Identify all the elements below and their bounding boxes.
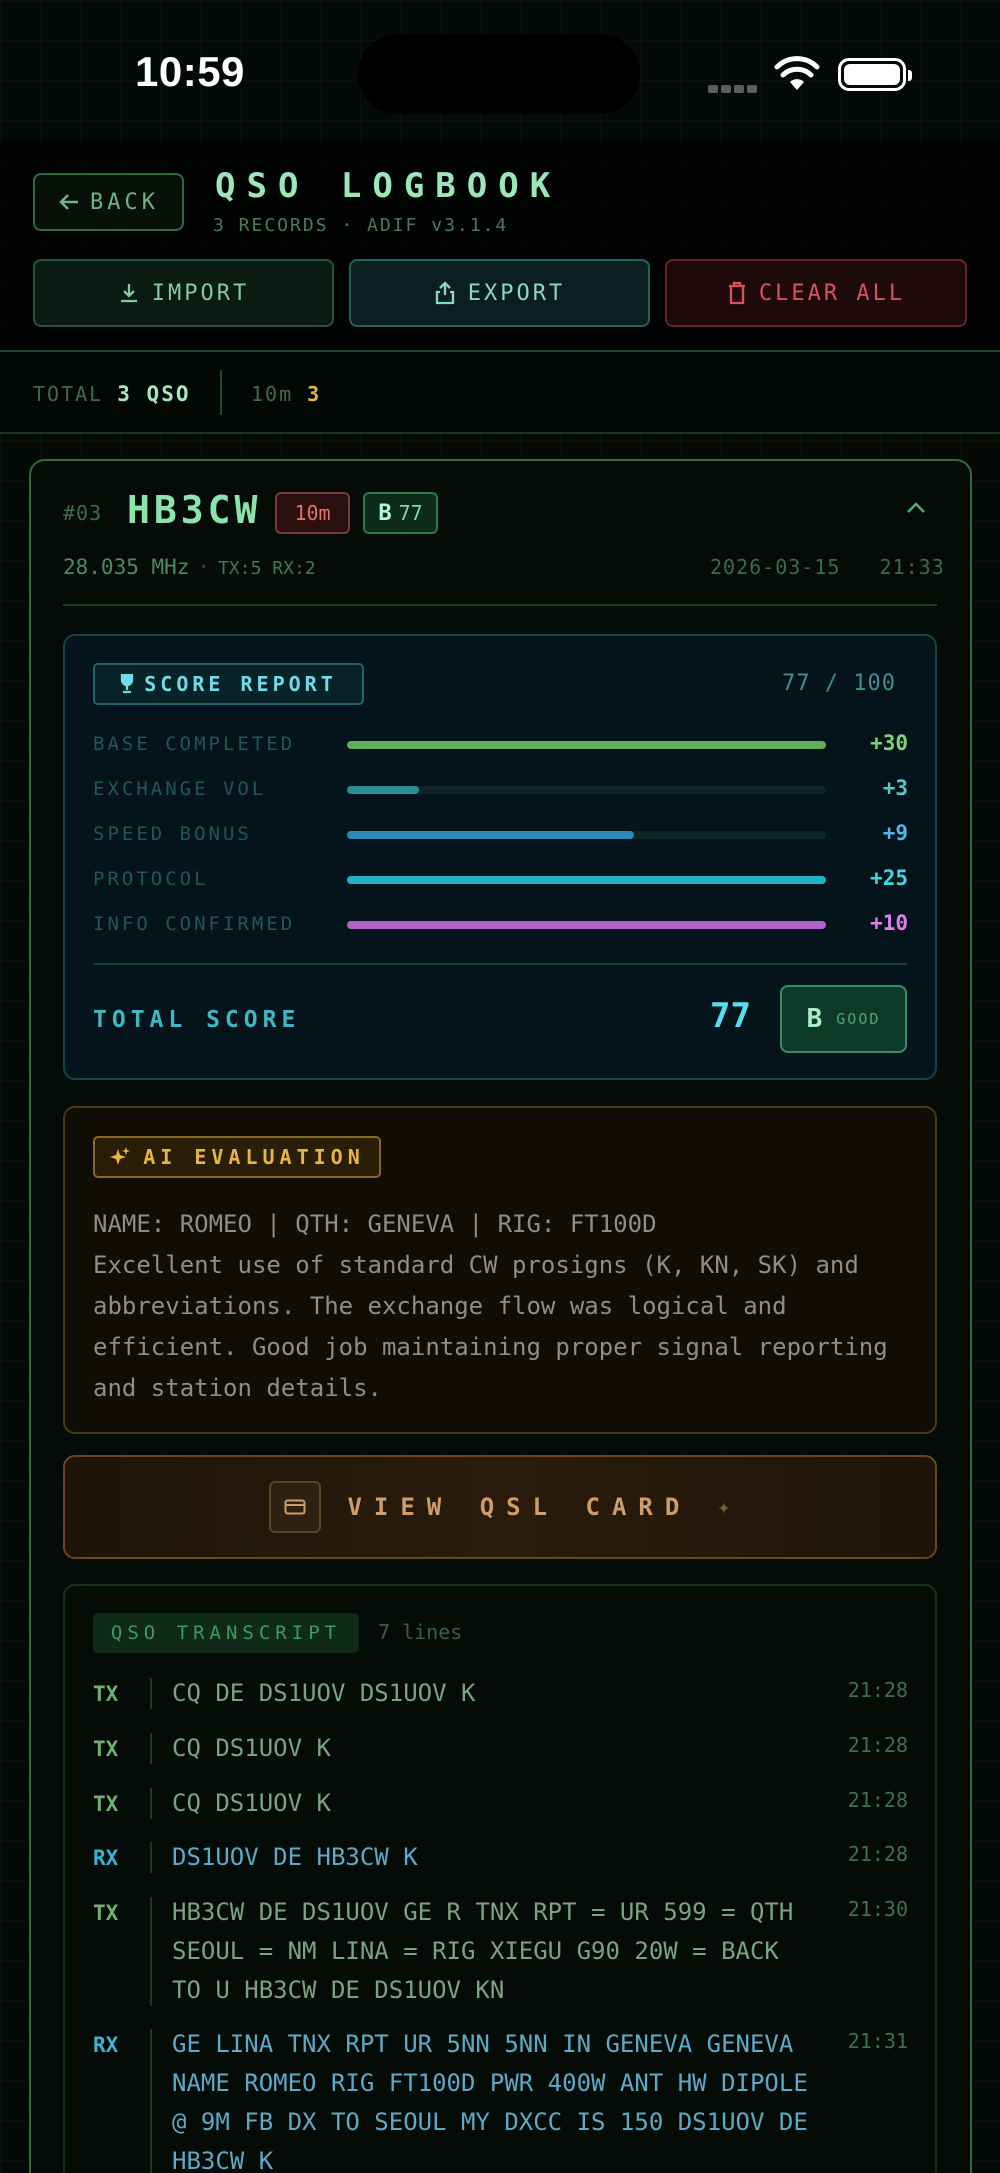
export-label: EXPORT (467, 280, 566, 306)
score-row-track (347, 921, 826, 929)
clear-all-button[interactable]: CLEAR ALL (665, 259, 967, 327)
total-score-label: TOTAL SCORE (93, 1007, 301, 1033)
arrow-left-icon (59, 194, 78, 210)
score-row-track (347, 831, 826, 839)
qso-transcript-tag: QSO TRANSCRIPT (93, 1613, 359, 1653)
score-row-fill (347, 876, 826, 884)
transcript-direction: RX (93, 2033, 119, 2057)
transcript-line-text: GE LINA TNX RPT UR 5NN 5NN IN GENEVA GEN… (172, 2030, 808, 2173)
download-icon (120, 284, 137, 303)
battery-icon (838, 58, 912, 91)
score-row-fill (347, 831, 635, 839)
score-row-fill (347, 921, 826, 929)
score-row-value: +3 (882, 776, 908, 800)
frequency-line: 28.035 MHz · TX:5 RX:2 (63, 555, 316, 579)
transcript-direction: TX (93, 1901, 119, 1925)
qso-number: #03 (63, 501, 103, 525)
transcript-line-marker (150, 1678, 152, 1709)
score-row-label: BASE COMPLETED (93, 733, 296, 755)
qso-datetime: 2026-03-15 21:33 (710, 555, 945, 579)
back-label: BACK (90, 189, 159, 215)
score-out-of: 77 / 100 (782, 671, 896, 696)
dynamic-island (358, 34, 640, 114)
card-icon (269, 1481, 322, 1533)
score-row-label: INFO CONFIRMED (93, 913, 296, 935)
sparkle-icon (110, 1147, 131, 1165)
view-qsl-card-button[interactable]: VIEW QSL CARD ✦ (63, 1455, 937, 1559)
score-row-label: PROTOCOL (93, 868, 209, 890)
ai-evaluation-summary: NAME: ROMEO | QTH: GENEVA | RIG: FT100D (93, 1210, 657, 1238)
stat-total: TOTAL 3 QSO (33, 382, 191, 406)
back-button[interactable]: BACK (33, 173, 184, 231)
transcript-line-time: 21:28 (847, 1733, 908, 1757)
clear-all-label: CLEAR ALL (758, 280, 906, 306)
transcript-line-time: 21:28 (847, 1788, 908, 1812)
score-row-value: +9 (882, 821, 908, 845)
import-button[interactable]: IMPORT (33, 259, 334, 327)
transcript-direction: TX (93, 1737, 119, 1761)
score-row-fill (347, 741, 826, 749)
cellular-signal-icon (708, 78, 760, 97)
view-qsl-card-label: VIEW QSL CARD (347, 1493, 692, 1521)
transcript-line-time: 21:30 (847, 1897, 908, 1921)
trophy-icon (121, 674, 134, 694)
callsign: HB3CW (127, 488, 262, 532)
total-score-value: 77 (710, 996, 751, 1036)
trash-icon (728, 281, 745, 305)
grade-badge: B 77 (363, 492, 438, 534)
chevron-up-icon[interactable] (905, 500, 927, 519)
transcript-line-marker (150, 1788, 152, 1819)
score-row-label: SPEED BONUS (93, 823, 252, 845)
transcript-line-marker (150, 1897, 152, 2006)
import-label: IMPORT (151, 280, 250, 306)
score-row-fill (347, 786, 419, 794)
transcript-line-text: CQ DE DS1UOV DS1UOV K (172, 1679, 476, 1707)
transcript-line-time: 21:28 (847, 1678, 908, 1702)
ai-evaluation-body: Excellent use of standard CW prosigns (K… (93, 1251, 888, 1402)
band-badge: 10m (275, 492, 350, 534)
transcript-direction: TX (93, 1792, 119, 1816)
page-subtitle: 3 RECORDS · ADIF v3.1.4 (213, 215, 509, 236)
score-row-value: +30 (870, 731, 908, 755)
score-row-track (347, 786, 826, 794)
transcript-line-marker (150, 2029, 152, 2173)
transcript-line-text: HB3CW DE DS1UOV GE R TNX RPT = UR 599 = … (172, 1898, 794, 2004)
transcript-line-time: 21:31 (847, 2029, 908, 2053)
transcript-line-text: CQ DS1UOV K (172, 1789, 331, 1817)
score-divider (93, 963, 907, 965)
total-grade-badge: B GOOD (780, 985, 907, 1053)
export-button[interactable]: EXPORT (349, 259, 650, 327)
stat-band: 10m 3 (251, 382, 322, 406)
score-row-track (347, 876, 826, 884)
transcript-line-count: 7 lines (378, 1620, 463, 1644)
sparkle-icon: ✦ (717, 1494, 731, 1520)
transcript-line-marker (150, 1842, 152, 1873)
card-divider (63, 604, 937, 606)
transcript-direction: TX (93, 1682, 119, 1706)
transcript-line-time: 21:28 (847, 1842, 908, 1866)
status-time: 10:59 (135, 48, 245, 95)
transcript-line-text: DS1UOV DE HB3CW K (172, 1843, 418, 1871)
transcript-direction: RX (93, 1846, 119, 1870)
page-title: QSO LOGBOOK (215, 166, 562, 206)
ai-evaluation-text: NAME: ROMEO | QTH: GENEVA | RIG: FT100D … (93, 1204, 923, 1409)
transcript-line-text: CQ DS1UOV K (172, 1734, 331, 1762)
score-row-label: EXCHANGE VOL (93, 778, 267, 800)
ai-evaluation-tag: AI EVALUATION (93, 1136, 381, 1178)
score-row-value: +10 (870, 911, 908, 935)
share-icon (435, 281, 454, 305)
transcript-line-marker (150, 1733, 152, 1764)
stats-divider (220, 370, 222, 415)
wifi-icon (774, 56, 820, 96)
score-report-tag: SCORE REPORT (93, 663, 364, 705)
score-row-track (347, 741, 826, 749)
score-row-value: +25 (870, 866, 908, 890)
